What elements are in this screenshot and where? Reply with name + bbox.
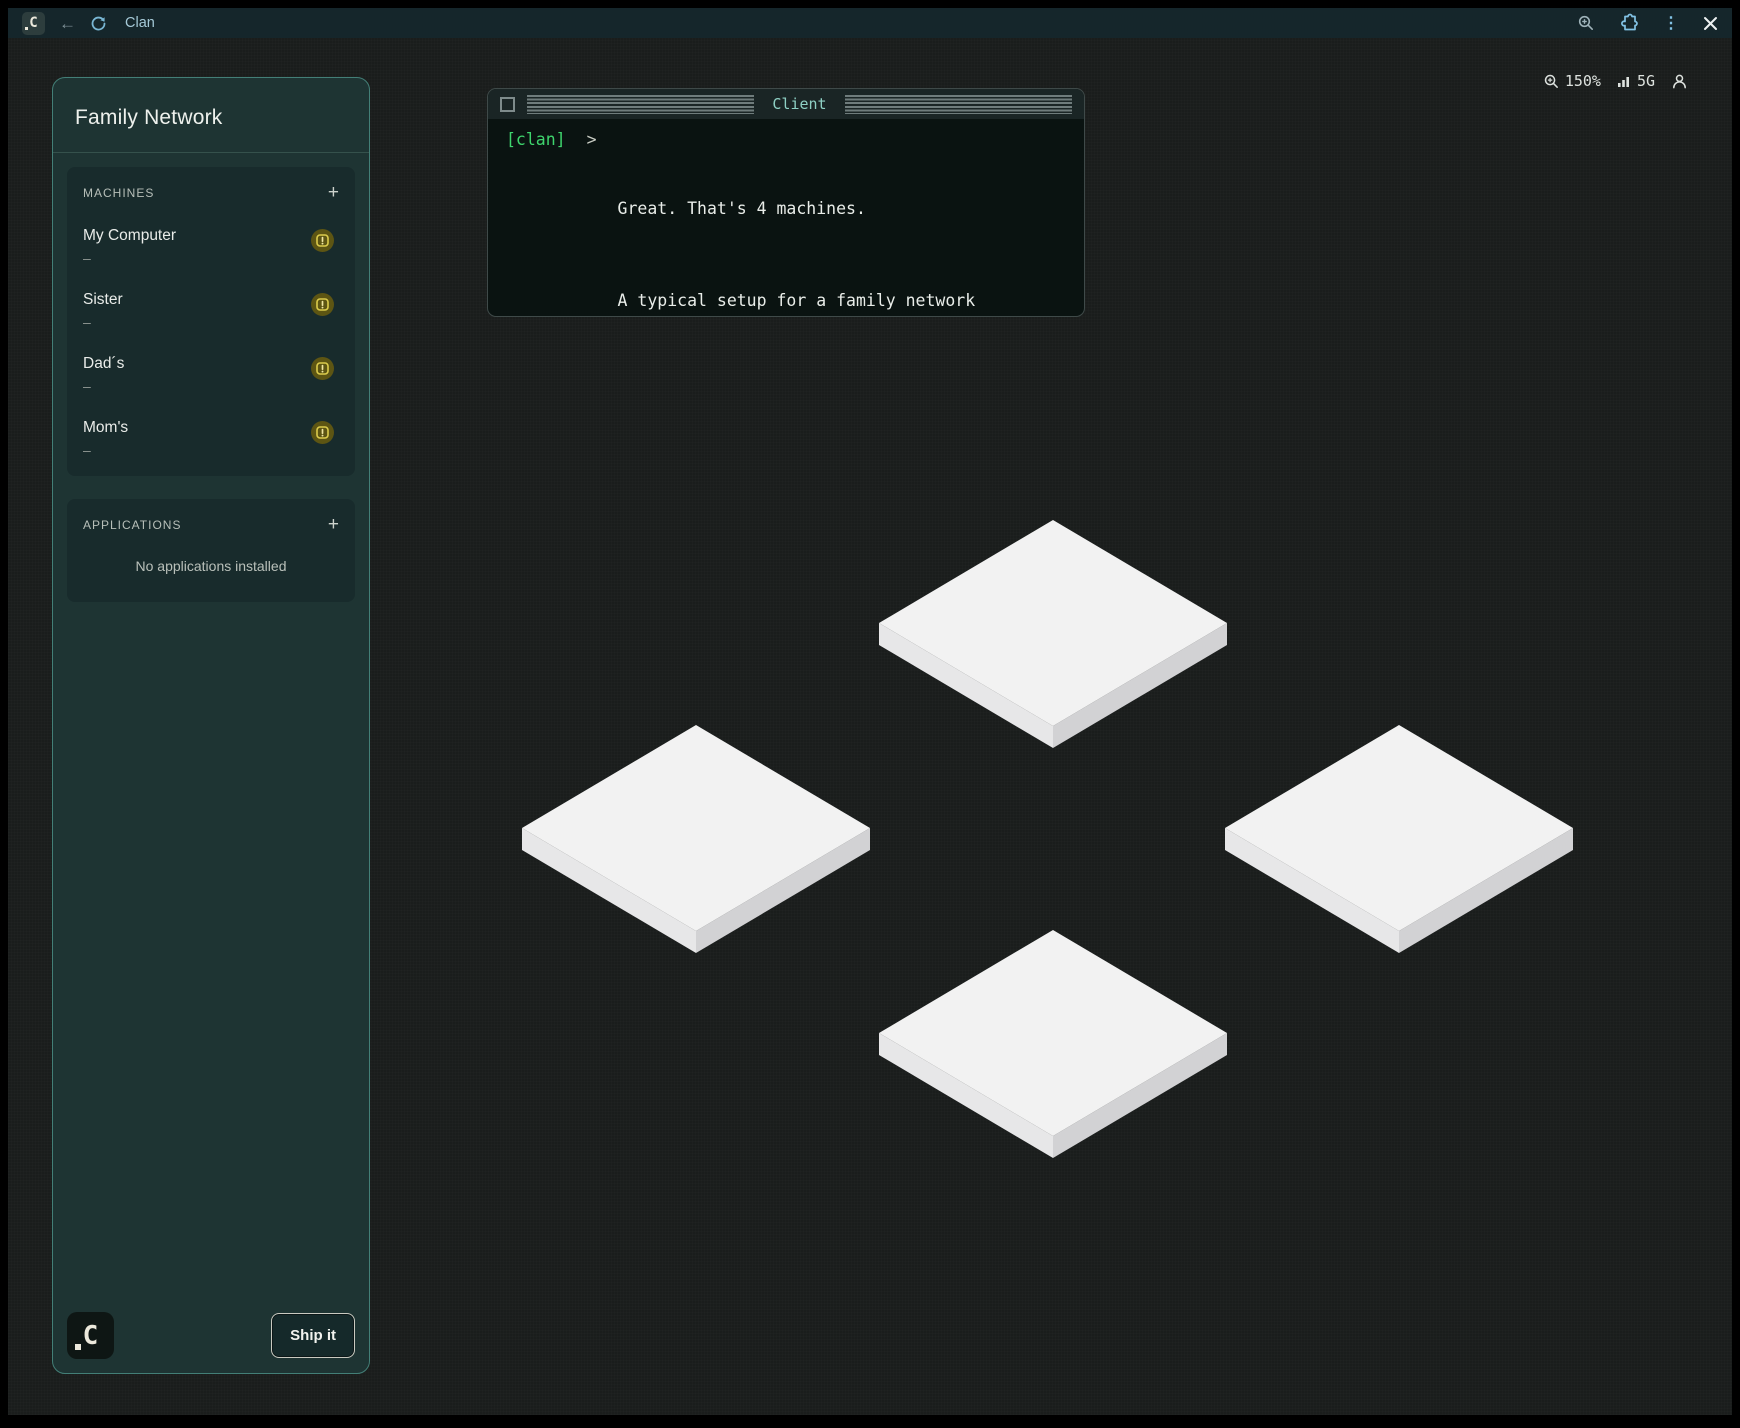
app-window: C ← Clan ⋮ <box>0 0 1740 1428</box>
signal-bars-icon <box>1617 74 1632 89</box>
machine-name: Mom's <box>83 419 128 437</box>
terminal-body: [clan] > Great. That's 4 machines. A typ… <box>488 119 1084 317</box>
applications-label: APPLICATIONS <box>83 518 181 532</box>
clan-logo-icon: C <box>83 1321 99 1351</box>
extensions-puzzle-icon[interactable] <box>1619 13 1639 33</box>
machine-tile-top-face[interactable] <box>1225 725 1573 931</box>
window-frame-bottom <box>0 1415 1740 1428</box>
machine-list-item[interactable]: My Computer – <box>83 227 339 266</box>
machine-status: – <box>83 314 123 330</box>
chrome-controls: ⋮ <box>1577 13 1718 33</box>
page-title: Clan <box>125 15 155 31</box>
machine-tile[interactable] <box>879 520 1227 748</box>
network-status: 5G <box>1617 72 1655 90</box>
back-icon[interactable]: ← <box>59 15 76 32</box>
browser-chrome: C ← Clan ⋮ <box>8 8 1732 38</box>
sidebar: Family Network MACHINES + My Computer – <box>52 77 370 1374</box>
machine-name: Sister <box>83 291 123 309</box>
machine-info: Mom's – <box>83 419 128 458</box>
add-application-button[interactable]: + <box>328 515 339 534</box>
machine-list-item[interactable]: Dad´s – <box>83 355 339 394</box>
clan-logo-badge: C <box>67 1312 114 1359</box>
machine-name: Dad´s <box>83 355 124 373</box>
terminal-titlebar[interactable]: Client <box>488 89 1084 119</box>
warning-icon <box>311 293 334 316</box>
applications-empty-text: No applications installed <box>83 534 339 584</box>
machine-info: Sister – <box>83 291 123 330</box>
main-canvas-area: 150% 5G Client <box>8 38 1732 1415</box>
applications-panel: APPLICATIONS + No applications installed <box>67 499 355 602</box>
machine-info: My Computer – <box>83 227 176 266</box>
machine-status: – <box>83 442 128 458</box>
machine-status: – <box>83 250 176 266</box>
zoom-level-value: 150% <box>1565 72 1601 90</box>
warning-icon <box>311 229 334 252</box>
terminal-message: Great. That's 4 machines. A typical setu… <box>618 128 1066 317</box>
terminal-prompt-symbol: > <box>587 128 597 151</box>
terminal-message-line: A typical setup for a family network <box>618 289 1066 312</box>
applications-panel-header: APPLICATIONS + <box>83 515 339 534</box>
close-icon[interactable] <box>1703 16 1718 31</box>
account-person-icon[interactable] <box>1671 73 1688 90</box>
network-label: 5G <box>1637 72 1655 90</box>
machine-name: My Computer <box>83 227 176 245</box>
machines-panel-header: MACHINES + <box>83 183 339 202</box>
terminal-prompt: [clan] <box>506 128 566 151</box>
sidebar-body: MACHINES + My Computer – <box>53 153 369 616</box>
status-row: 150% 5G <box>1543 72 1688 90</box>
sidebar-spacer <box>53 616 369 1298</box>
sidebar-footer: C Ship it <box>53 1298 369 1373</box>
zoom-in-icon <box>1543 73 1560 90</box>
network-title: Family Network <box>53 78 369 152</box>
reload-icon[interactable] <box>90 15 107 32</box>
terminal-title: Client <box>766 95 832 113</box>
machine-tile[interactable] <box>1225 725 1573 953</box>
clan-logo-icon: C <box>29 16 37 30</box>
titlebar-grip-lines <box>845 95 1072 114</box>
add-machine-button[interactable]: + <box>328 183 339 202</box>
ship-it-button[interactable]: Ship it <box>271 1313 355 1358</box>
machine-tile[interactable] <box>879 930 1227 1158</box>
machine-tile[interactable] <box>522 725 870 953</box>
machine-tile-top-face[interactable] <box>522 725 870 931</box>
machine-status: – <box>83 378 124 394</box>
machines-panel: MACHINES + My Computer – <box>67 167 355 476</box>
terminal-closebox-icon[interactable] <box>500 97 515 112</box>
menu-kebab-icon[interactable]: ⋮ <box>1663 13 1679 33</box>
warning-icon <box>311 357 334 380</box>
clan-favicon: C <box>22 12 45 35</box>
machine-list-item[interactable]: Sister – <box>83 291 339 330</box>
zoom-level-control[interactable]: 150% <box>1543 72 1601 90</box>
titlebar-grip-lines <box>527 95 754 114</box>
client-terminal-window[interactable]: Client [clan] > Great. That's 4 machines… <box>487 88 1085 317</box>
terminal-message-line: Great. That's 4 machines. <box>618 197 1066 220</box>
machine-tile-top-face[interactable] <box>879 520 1227 726</box>
warning-icon <box>311 421 334 444</box>
zoom-in-icon[interactable] <box>1577 14 1595 32</box>
machine-info: Dad´s – <box>83 355 124 394</box>
machine-list-item[interactable]: Mom's – <box>83 419 339 458</box>
machines-label: MACHINES <box>83 186 154 200</box>
machine-tile-top-face[interactable] <box>879 930 1227 1136</box>
